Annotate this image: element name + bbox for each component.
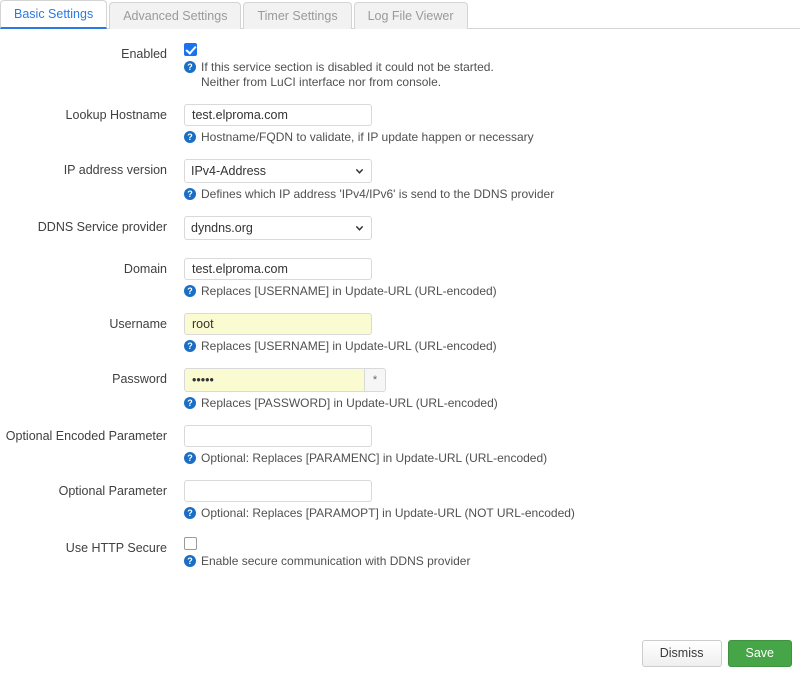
help-icon: ? (184, 61, 196, 73)
username-input[interactable] (184, 313, 372, 335)
field-row-use-http-secure: Use HTTP Secure ? Enable secure communic… (0, 537, 800, 569)
optional-parameter-input[interactable] (184, 480, 372, 502)
help-icon: ? (184, 131, 196, 143)
field-row-optional-encoded-parameter: Optional Encoded Parameter ? Optional: R… (0, 425, 800, 466)
tab-timer-settings[interactable]: Timer Settings (243, 2, 352, 29)
tab-log-file-viewer[interactable]: Log File Viewer (353, 2, 468, 29)
domain-help: ? Replaces [USERNAME] in Update-URL (URL… (184, 284, 800, 299)
ddns-service-provider-label: DDNS Service provider (37, 220, 167, 234)
username-help: ? Replaces [USERNAME] in Update-URL (URL… (184, 339, 800, 354)
help-text: Replaces [USERNAME] in Update-URL (URL-e… (201, 284, 497, 298)
domain-label: Domain (123, 262, 167, 276)
enabled-checkbox[interactable] (184, 43, 197, 56)
tab-basic-settings[interactable]: Basic Settings (0, 0, 108, 29)
help-text: Hostname/FQDN to validate, if IP update … (201, 130, 534, 144)
help-icon: ? (184, 340, 196, 352)
help-text: Defines which IP address 'IPv4/IPv6' is … (201, 187, 555, 201)
help-text: Optional: Replaces [PARAMOPT] in Update-… (201, 506, 575, 520)
password-label: Password (112, 372, 167, 386)
tab-label: Basic Settings (14, 7, 94, 21)
help-text: Enable secure communication with DDNS pr… (201, 554, 471, 568)
password-help: ? Replaces [PASSWORD] in Update-URL (URL… (184, 396, 800, 411)
dismiss-button[interactable]: Dismiss (641, 640, 722, 667)
help-text: Optional: Replaces [PARAMENC] in Update-… (201, 451, 548, 465)
ddns-service-provider-select[interactable]: dyndns.org (184, 216, 372, 240)
lookup-hostname-input[interactable] (184, 104, 372, 126)
help-icon: ? (184, 285, 196, 297)
field-row-username: Username ? Replaces [USERNAME] in Update… (0, 313, 800, 354)
optional-encoded-parameter-input[interactable] (184, 425, 372, 447)
use-http-secure-help: ? Enable secure communication with DDNS … (184, 554, 800, 569)
password-input[interactable] (184, 368, 364, 392)
optional-parameter-label: Optional Parameter (58, 484, 167, 498)
field-row-ip-address-version: IP address version IPv4-Address ? Define… (0, 159, 800, 202)
field-row-ddns-service-provider: DDNS Service provider dyndns.org (0, 216, 800, 240)
ddns-basic-settings-form: Enabled ? If this service section is dis… (0, 29, 800, 569)
use-http-secure-label: Use HTTP Secure (65, 541, 167, 555)
lookup-hostname-label: Lookup Hostname (65, 108, 167, 122)
help-text: If this service section is disabled it c… (201, 60, 494, 89)
field-row-optional-parameter: Optional Parameter ? Optional: Replaces … (0, 480, 800, 521)
ip-address-version-label: IP address version (63, 163, 167, 177)
field-row-domain: Domain ? Replaces [USERNAME] in Update-U… (0, 258, 800, 299)
tab-label: Timer Settings (257, 9, 338, 23)
tab-bar: Basic Settings Advanced Settings Timer S… (0, 0, 800, 29)
help-icon: ? (184, 188, 196, 200)
optional-parameter-help: ? Optional: Replaces [PARAMOPT] in Updat… (184, 506, 800, 521)
ip-address-version-select[interactable]: IPv4-Address (184, 159, 372, 183)
enabled-help: ? If this service section is disabled it… (184, 60, 800, 90)
tab-label: Advanced Settings (123, 9, 228, 23)
help-icon: ? (184, 452, 196, 464)
field-row-lookup-hostname: Lookup Hostname ? Hostname/FQDN to valid… (0, 104, 800, 145)
username-label: Username (109, 317, 167, 331)
help-text: Replaces [USERNAME] in Update-URL (URL-e… (201, 339, 497, 353)
help-text: Replaces [PASSWORD] in Update-URL (URL-e… (201, 396, 498, 410)
lookup-hostname-help: ? Hostname/FQDN to validate, if IP updat… (184, 130, 800, 145)
help-icon: ? (184, 555, 196, 567)
ip-address-version-help: ? Defines which IP address 'IPv4/IPv6' i… (184, 187, 800, 202)
enabled-label: Enabled (121, 47, 167, 61)
optional-encoded-parameter-help: ? Optional: Replaces [PARAMENC] in Updat… (184, 451, 800, 466)
optional-encoded-parameter-label: Optional Encoded Parameter (5, 429, 167, 443)
help-icon: ? (184, 397, 196, 409)
field-row-password: Password * ? Replaces [PASSWORD] in Upda… (0, 368, 800, 411)
tab-advanced-settings[interactable]: Advanced Settings (109, 2, 242, 29)
tab-label: Log File Viewer (367, 9, 454, 23)
password-reveal-button[interactable]: * (364, 368, 386, 392)
dialog-footer: Dismiss Save (641, 640, 792, 667)
domain-input[interactable] (184, 258, 372, 280)
help-icon: ? (184, 507, 196, 519)
use-http-secure-checkbox[interactable] (184, 537, 197, 550)
save-button[interactable]: Save (727, 640, 792, 667)
field-row-enabled: Enabled ? If this service section is dis… (0, 43, 800, 90)
